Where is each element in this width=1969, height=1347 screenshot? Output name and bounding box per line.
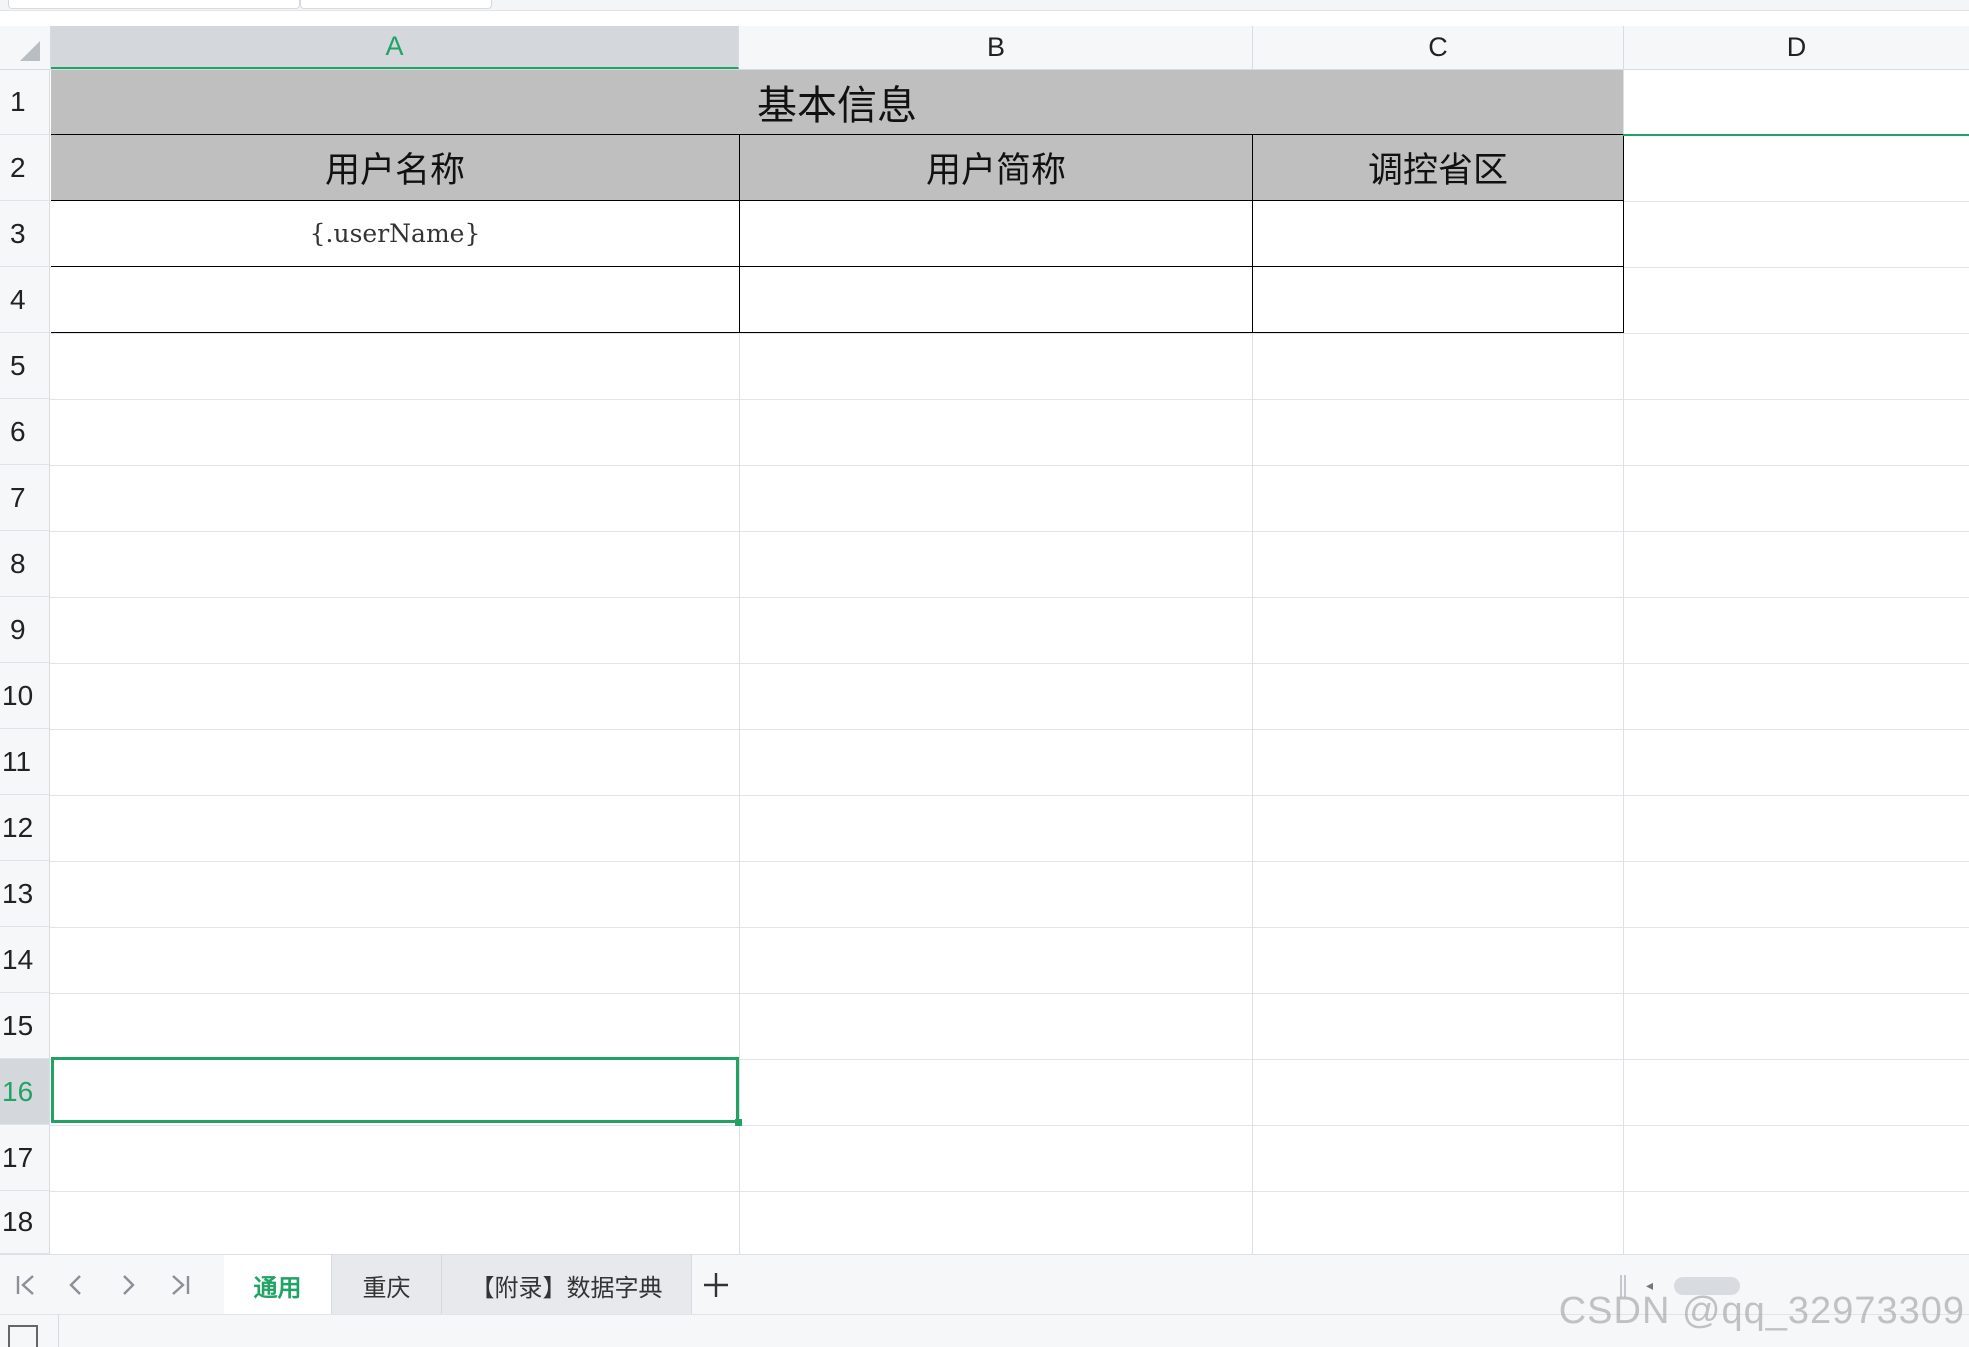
column-header-b[interactable]: B: [740, 26, 1253, 69]
row-header-1[interactable]: 1: [0, 70, 50, 135]
row-header-11[interactable]: 11: [0, 729, 50, 795]
select-all-corner[interactable]: [0, 26, 51, 69]
row-header-12[interactable]: 12: [0, 795, 50, 861]
cell-c2-header[interactable]: 调控省区: [1253, 135, 1624, 201]
column-header-d[interactable]: D: [1624, 26, 1969, 69]
status-divider: [58, 1315, 59, 1347]
row-header-16[interactable]: 16: [0, 1059, 50, 1125]
cell-b2-header[interactable]: 用户简称: [740, 135, 1253, 201]
cell-a2-header[interactable]: 用户名称: [51, 135, 740, 201]
column-header-a[interactable]: A: [51, 26, 739, 69]
row-header-8[interactable]: 8: [0, 531, 50, 597]
cell-c3[interactable]: [1253, 201, 1624, 267]
sheet-tab-general[interactable]: 通用: [224, 1255, 332, 1315]
last-sheet-icon[interactable]: [162, 1267, 198, 1303]
sheet-tab-appendix-dictionary[interactable]: 【附录】数据字典: [442, 1255, 692, 1315]
toolbar-tab[interactable]: [300, 0, 492, 9]
row-header-18[interactable]: 18: [0, 1191, 50, 1254]
row-header-7[interactable]: 7: [0, 465, 50, 531]
row-header-5[interactable]: 5: [0, 333, 50, 399]
cell-c4[interactable]: [1253, 267, 1624, 333]
row-header-17[interactable]: 17: [0, 1125, 50, 1191]
row-header-4[interactable]: 4: [0, 267, 50, 333]
row-header-10[interactable]: 10: [0, 663, 50, 729]
row-header-15[interactable]: 15: [0, 993, 50, 1059]
fill-handle[interactable]: [735, 1119, 742, 1126]
first-sheet-icon[interactable]: [8, 1267, 44, 1303]
toolbar-tab[interactable]: [8, 0, 300, 9]
row-header-13[interactable]: 13: [0, 861, 50, 927]
column-header-c[interactable]: C: [1253, 26, 1624, 69]
cell-a3[interactable]: {.userName}: [51, 201, 740, 267]
prev-sheet-icon[interactable]: [58, 1267, 94, 1303]
add-sheet-button[interactable]: [696, 1265, 736, 1305]
next-sheet-icon[interactable]: [110, 1267, 146, 1303]
watermark-text: CSDN @qq_32973309: [1558, 1290, 1965, 1332]
freeze-pane-line: [1623, 134, 1969, 136]
top-toolbar-strip: [0, 0, 1969, 11]
row-header-9[interactable]: 9: [0, 597, 50, 663]
cell-b4[interactable]: [740, 267, 1253, 333]
column-header-row: A B C D: [0, 26, 1969, 70]
selected-cell-a16[interactable]: [51, 1057, 739, 1123]
sheet-tab-chongqing[interactable]: 重庆: [332, 1255, 442, 1315]
cell-b3[interactable]: [740, 201, 1253, 267]
row-header-3[interactable]: 3: [0, 201, 50, 267]
cell-a4[interactable]: [51, 267, 740, 333]
row-header-6[interactable]: 6: [0, 399, 50, 465]
row-header-2[interactable]: 2: [0, 135, 50, 201]
row-header-14[interactable]: 14: [0, 927, 50, 993]
cell-a1-merged-title[interactable]: 基本信息: [51, 70, 1623, 135]
macro-record-icon[interactable]: [8, 1325, 38, 1347]
